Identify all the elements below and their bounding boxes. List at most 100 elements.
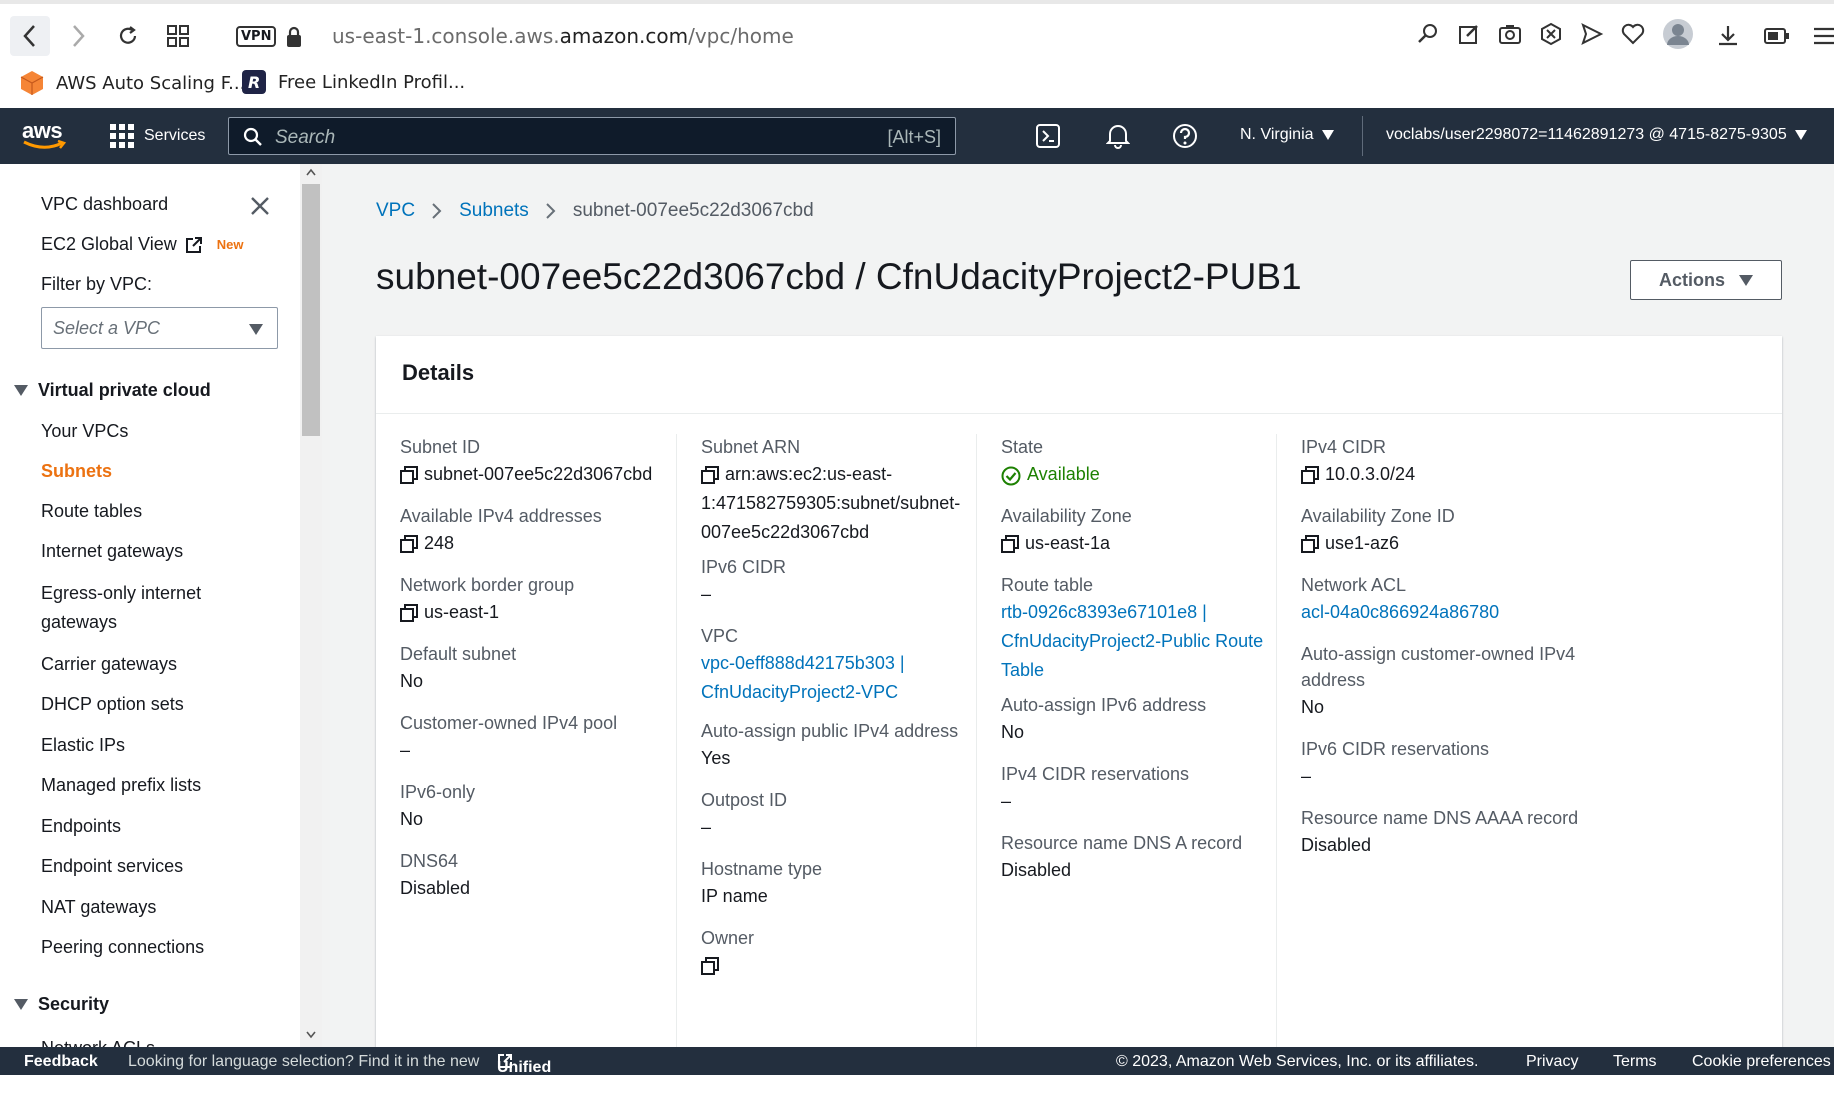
sidebar-item-internet-gateways[interactable]: Internet gateways xyxy=(41,537,183,566)
download-icon[interactable] xyxy=(1716,24,1740,53)
field-available-ipv4: Available IPv4 addresses 248 xyxy=(400,506,602,553)
unified-settings-link[interactable]: Unified Settings xyxy=(497,1053,560,1094)
field-ipv4-cidr-reservations: IPv4 CIDR reservations – xyxy=(1001,764,1190,811)
details-column-3: State Available Availability Zone us-eas… xyxy=(976,434,1276,1047)
sidebar-item-carrier-gateways[interactable]: Carrier gateways xyxy=(41,650,177,679)
sidebar-item-dhcp-option-sets[interactable]: DHCP option sets xyxy=(41,690,184,719)
scroll-up-icon[interactable] xyxy=(306,168,316,176)
bookmark-aws-autoscaling[interactable]: AWS Auto Scaling F... xyxy=(20,70,245,96)
field-hostname-type: Hostname type IP name xyxy=(701,859,823,906)
chevron-right-icon xyxy=(546,203,556,219)
cookie-preferences-link[interactable]: Cookie preferences xyxy=(1692,1053,1831,1071)
browser-action-icons xyxy=(1416,22,1645,46)
forward-icon[interactable] xyxy=(58,16,98,56)
network-acl-link[interactable]: acl-04a0c866924a86780 xyxy=(1301,598,1499,627)
field-subnet-id: Subnet ID subnet-007ee5c22d3067cbd xyxy=(400,437,653,484)
sidebar-item-endpoint-services[interactable]: Endpoint services xyxy=(41,852,183,881)
block-icon[interactable] xyxy=(1539,22,1563,46)
breadcrumb-vpc[interactable]: VPC xyxy=(376,200,415,222)
caret-down-icon xyxy=(1794,130,1807,140)
route-table-link[interactable]: rtb-0926c8393e67101e8 | xyxy=(1001,598,1207,627)
section-security[interactable]: Security xyxy=(14,994,109,1015)
breadcrumb-subnets[interactable]: Subnets xyxy=(459,200,529,222)
sidebar-item-vpc-dashboard[interactable]: VPC dashboard xyxy=(41,190,168,219)
field-ipv6-only: IPv6-only No xyxy=(400,782,476,829)
send-icon[interactable] xyxy=(1580,22,1604,46)
close-icon[interactable] xyxy=(250,196,270,216)
address-bar[interactable]: us-east-1.console.aws.amazon.com/vpc/hom… xyxy=(332,24,794,48)
field-dns-a-record: Resource name DNS A record Disabled xyxy=(1001,833,1243,880)
sidebar-item-managed-prefix-lists[interactable]: Managed prefix lists xyxy=(41,771,201,800)
tabs-grid-icon[interactable] xyxy=(158,16,198,56)
field-auto-assign-public-ipv4: Auto-assign public IPv4 address Yes xyxy=(701,721,959,768)
copy-icon[interactable] xyxy=(701,957,719,975)
copy-icon[interactable] xyxy=(1001,535,1019,553)
field-route-table: Route table rtb-0926c8393e67101e8 | CfnU… xyxy=(1001,572,1291,685)
aws-logo[interactable]: aws xyxy=(22,120,66,150)
sidebar-item-route-tables[interactable]: Route tables xyxy=(41,497,142,526)
field-customer-owned-pool: Customer-owned IPv4 pool – xyxy=(400,713,618,760)
sidebar-item-subnets[interactable]: Subnets xyxy=(41,457,112,486)
back-icon[interactable] xyxy=(10,16,50,56)
chevron-right-icon xyxy=(432,203,442,219)
copy-icon[interactable] xyxy=(1301,466,1319,484)
route-table-link-suffix[interactable]: Table xyxy=(1001,656,1044,685)
sidebar-item-network-acls[interactable]: Network ACLs xyxy=(41,1034,155,1047)
vpc-filter-select[interactable]: Select a VPC xyxy=(41,307,278,349)
caret-down-icon xyxy=(14,385,28,396)
actions-button[interactable]: Actions xyxy=(1630,260,1782,300)
details-panel: Details Subnet ID subnet-007ee5c22d3067c… xyxy=(376,336,1782,1047)
services-menu[interactable]: Services xyxy=(110,124,205,148)
lock-icon[interactable] xyxy=(286,26,302,53)
sidebar-item-peering-connections[interactable]: Peering connections xyxy=(41,933,204,962)
edit-icon[interactable] xyxy=(1457,22,1481,46)
copy-icon[interactable] xyxy=(400,604,418,622)
sidebar-item-endpoints[interactable]: Endpoints xyxy=(41,812,121,841)
console-search-input[interactable]: Search [Alt+S] xyxy=(228,117,956,155)
privacy-link[interactable]: Privacy xyxy=(1526,1053,1578,1071)
sidebar-item-nat-gateways[interactable]: NAT gateways xyxy=(41,893,156,922)
notifications-bell-icon[interactable] xyxy=(1105,123,1131,154)
cloudshell-icon[interactable] xyxy=(1036,124,1060,153)
copy-icon[interactable] xyxy=(400,535,418,553)
copy-icon[interactable] xyxy=(400,466,418,484)
heart-icon[interactable] xyxy=(1621,22,1645,46)
sidebar-scrollbar[interactable] xyxy=(300,164,322,1047)
sidebar-item-elastic-ips[interactable]: Elastic IPs xyxy=(41,731,125,760)
scrollbar-thumb[interactable] xyxy=(302,184,320,436)
bookmarks-bar: AWS Auto Scaling F... R Free LinkedIn Pr… xyxy=(0,66,1834,108)
vpn-badge[interactable]: VPN xyxy=(236,26,277,47)
breadcrumb-current: subnet-007ee5c22d3067cbd xyxy=(572,200,814,221)
bookmark-linkedin-profile[interactable]: R Free LinkedIn Profil... xyxy=(242,70,465,94)
field-availability-zone-id: Availability Zone ID use1-az6 xyxy=(1301,506,1455,553)
section-virtual-private-cloud[interactable]: Virtual private cloud xyxy=(14,380,211,401)
scroll-down-icon[interactable] xyxy=(306,1031,316,1039)
new-badge: New xyxy=(216,237,244,252)
copy-icon[interactable] xyxy=(1301,535,1319,553)
copy-icon[interactable] xyxy=(701,466,719,484)
account-menu[interactable]: voclabs/user2298072=11462891273 @ 4715-8… xyxy=(1386,126,1807,144)
terms-link[interactable]: Terms xyxy=(1613,1053,1657,1071)
menu-icon[interactable] xyxy=(1812,24,1834,53)
svg-text:R: R xyxy=(248,73,260,92)
sidebar-item-egress-only-internet-gateways[interactable]: Egress-only internet gateways xyxy=(41,579,241,637)
chevron-down-icon xyxy=(249,324,263,335)
region-selector[interactable]: N. Virginia xyxy=(1240,126,1334,144)
sidebar-item-ec2-global-view[interactable]: EC2 Global View New xyxy=(41,230,243,259)
feedback-link[interactable]: Feedback xyxy=(24,1053,98,1071)
vpc-link-name[interactable]: CfnUdacityProject2-VPC xyxy=(701,678,898,707)
reload-icon[interactable] xyxy=(108,16,148,56)
breadcrumb: VPC Subnets subnet-007ee5c22d3067cbd xyxy=(376,200,814,222)
sidebar-item-your-vpcs[interactable]: Your VPCs xyxy=(41,417,128,446)
field-network-acl: Network ACL acl-04a0c866924a86780 xyxy=(1301,572,1591,627)
profile-avatar-icon[interactable] xyxy=(1662,18,1694,55)
filter-by-vpc-label: Filter by VPC: xyxy=(41,274,153,294)
camera-icon[interactable] xyxy=(1498,22,1522,46)
battery-icon[interactable] xyxy=(1764,26,1790,51)
route-table-link-name[interactable]: CfnUdacityProject2-Public Route xyxy=(1001,627,1263,656)
zoom-icon[interactable] xyxy=(1416,22,1440,46)
help-icon[interactable] xyxy=(1172,123,1198,154)
vpc-link[interactable]: vpc-0eff888d42175b303 | xyxy=(701,649,905,678)
field-ipv6-cidr: IPv6 CIDR – xyxy=(701,557,787,604)
caret-down-icon xyxy=(14,999,28,1010)
